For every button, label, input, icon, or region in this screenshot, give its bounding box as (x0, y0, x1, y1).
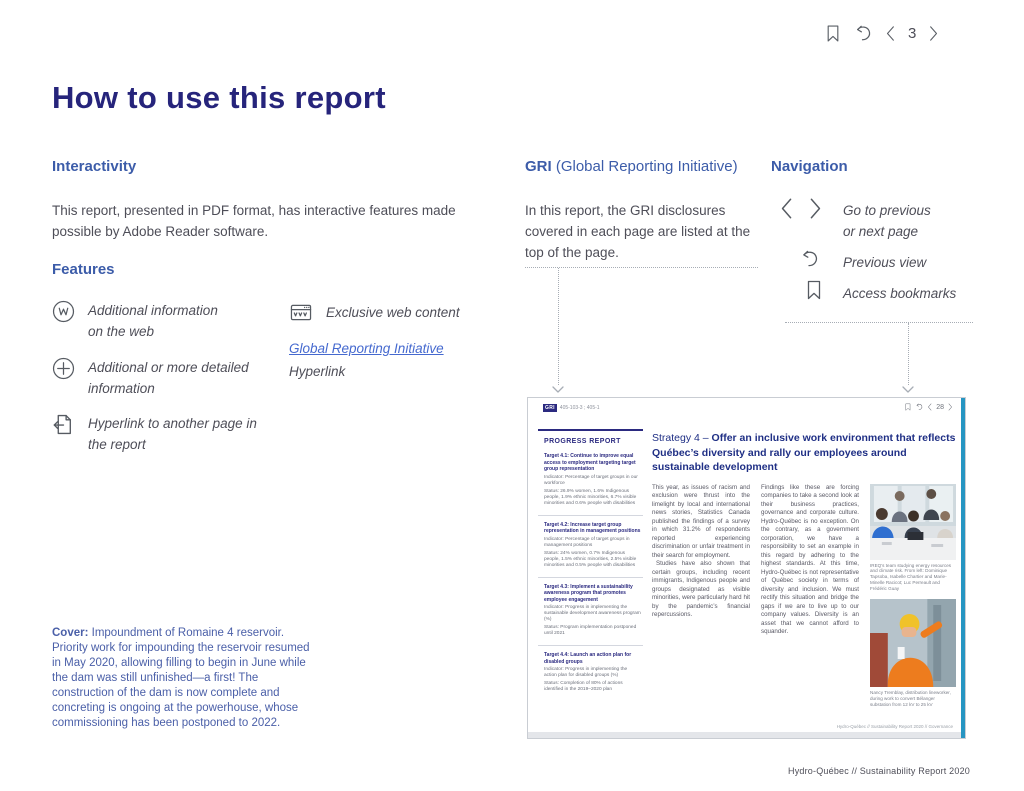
target-heading: Target 4.2: Increase target group repres… (544, 522, 641, 535)
lineworker-photo (870, 599, 956, 687)
preview-main-content: Strategy 4 – Offer an inclusive work env… (652, 431, 956, 716)
target-indicator: Indicator: Progress in implementing the … (544, 667, 641, 679)
gri-badge: GRI (543, 404, 557, 412)
preview-previous-view-icon (915, 403, 923, 411)
nav-connector-arrow-icon (902, 386, 914, 393)
target-status: Status: 26.9% women, 1.6% Indigenous peo… (544, 489, 641, 507)
target-indicator: Indicator: Percentage of target groups i… (544, 537, 641, 549)
page-chevrons-icon (779, 197, 823, 220)
report-page: 3 How to use this report Interactivity T… (0, 0, 1024, 791)
gri-connector-line (525, 267, 758, 268)
preview-photo-column: IREQ’s team studying energy resources an… (870, 484, 956, 716)
previous-view-icon[interactable] (853, 24, 872, 43)
cover-label: Cover: (52, 627, 88, 639)
preview-bottom-edge (528, 732, 961, 738)
feature-more-info-label: Additional or more detailed information (88, 357, 249, 399)
sample-page-preview: GRI 405-103-3 ; 405-1 28 PROGRESS REPORT… (527, 397, 966, 739)
preview-text-col-1: This year, as issues of racism and exclu… (652, 484, 750, 716)
feature-more-info: Additional or more detailed information (52, 357, 249, 399)
nav-connector-drop (908, 323, 909, 385)
target-block-4: Target 4.4: Launch an action plan for di… (538, 645, 643, 701)
preview-bookmark-icon (905, 403, 911, 411)
strategy-title: Strategy 4 – Offer an inclusive work env… (652, 431, 956, 475)
target-heading: Target 4.4: Launch an action plan for di… (544, 652, 641, 665)
feature-page-hyperlink: Hyperlink to another page in the report (52, 413, 257, 455)
target-block-2: Target 4.2: Increase target group repres… (538, 515, 643, 577)
nav-connector-line (785, 322, 973, 323)
target-indicator: Indicator: Percentage of target groups i… (544, 475, 641, 487)
bookmark-legend-icon (806, 279, 822, 301)
target-status: Status: Completion of 80% of actions ide… (544, 681, 641, 693)
progress-report-heading: PROGRESS REPORT (544, 438, 643, 445)
preview-paragraph: Studies have also shown that certain gro… (652, 560, 750, 620)
target-heading: Target 4.1: Continue to improve equal ac… (544, 453, 641, 473)
feature-web-info: Additional information on the web (52, 300, 218, 342)
gri-connector-drop (558, 268, 559, 385)
plus-circle-icon (52, 357, 75, 399)
features-heading: Features (52, 261, 115, 278)
hyperlink-caption: Hyperlink (289, 361, 345, 382)
cover-text: Impoundment of Romaine 4 reservoir. Prio… (52, 627, 310, 729)
preview-next-page-icon (948, 403, 953, 411)
preview-prev-page-icon (927, 403, 932, 411)
preview-text-col-2: Findings like these are forcing companie… (761, 484, 859, 716)
pdf-viewer-toolbar: 3 (826, 24, 939, 43)
preview-page-number: 28 (936, 404, 944, 411)
preview-page-edge (961, 398, 965, 738)
strategy-title-prefix: Strategy 4 – (652, 432, 712, 444)
gri-hyperlink[interactable]: Global Reporting Initiative (289, 341, 444, 356)
report-footer: Hydro-Québec // Sustainability Report 20… (788, 766, 970, 776)
target-indicator: Indicator: Progress in implementing the … (544, 605, 641, 623)
target-status: Status: 24% women, 0.7% Indigenous peopl… (544, 551, 641, 569)
feature-web-info-label: Additional information on the web (88, 300, 218, 342)
target-status: Status: Program implementation postponed… (544, 625, 641, 637)
sidebar-rule (538, 429, 643, 431)
cover-caption: Cover: Impoundment of Romaine 4 reservoi… (52, 626, 314, 731)
current-page-number: 3 (908, 25, 916, 42)
gri-connector-arrow-icon (552, 386, 564, 393)
preview-toolbar: 28 (905, 403, 953, 411)
browser-icon (289, 302, 313, 323)
bookmark-icon[interactable] (826, 24, 840, 43)
feature-page-hyperlink-label: Hyperlink to another page in the report (88, 413, 257, 455)
nav-item-previous-view-label: Previous view (843, 252, 926, 273)
preview-paragraph: This year, as issues of racism and exclu… (652, 484, 750, 561)
previous-view-legend-icon (799, 249, 819, 269)
target-heading: Target 4.3: Implement a sustainability a… (544, 584, 641, 604)
interactivity-body: This report, presented in PDF format, ha… (52, 200, 466, 242)
gri-body: In this report, the GRI disclosures cove… (525, 200, 759, 263)
page-link-icon (52, 413, 75, 455)
navigation-heading: Navigation (771, 158, 848, 175)
progress-report-sidebar: PROGRESS REPORT Target 4.1: Continue to … (538, 429, 643, 701)
gri-codes: 405-103-3 ; 405-1 (560, 405, 600, 411)
preview-gri-tag: GRI 405-103-3 ; 405-1 (543, 404, 600, 412)
photo-caption-2: Nancy Tremblay, distribution lineworker,… (870, 690, 956, 707)
target-block-1: Target 4.1: Continue to improve equal ac… (538, 447, 643, 515)
w-circle-icon (52, 300, 75, 342)
photo-caption-1: IREQ’s team studying energy resources an… (870, 563, 956, 592)
feature-exclusive-web: Exclusive web content (289, 302, 460, 323)
gri-heading-full: (Global Reporting Initiative) (552, 158, 738, 175)
preview-paragraph: Findings like these are forcing companie… (761, 484, 859, 637)
nav-item-pages-label: Go to previous or next page (843, 200, 931, 242)
nav-item-bookmarks-label: Access bookmarks (843, 283, 956, 304)
gri-acronym: GRI (525, 158, 552, 175)
next-page-icon[interactable] (929, 25, 939, 42)
interactivity-heading: Interactivity (52, 158, 136, 175)
gri-heading: GRI (Global Reporting Initiative) (525, 158, 738, 175)
meeting-photo (870, 484, 956, 560)
preview-footer: Hydro-Québec // Sustainability Report 20… (837, 724, 953, 729)
feature-exclusive-web-label: Exclusive web content (326, 302, 460, 323)
page-title: How to use this report (52, 80, 386, 116)
previous-page-icon[interactable] (885, 25, 895, 42)
target-block-3: Target 4.3: Implement a sustainability a… (538, 577, 643, 646)
